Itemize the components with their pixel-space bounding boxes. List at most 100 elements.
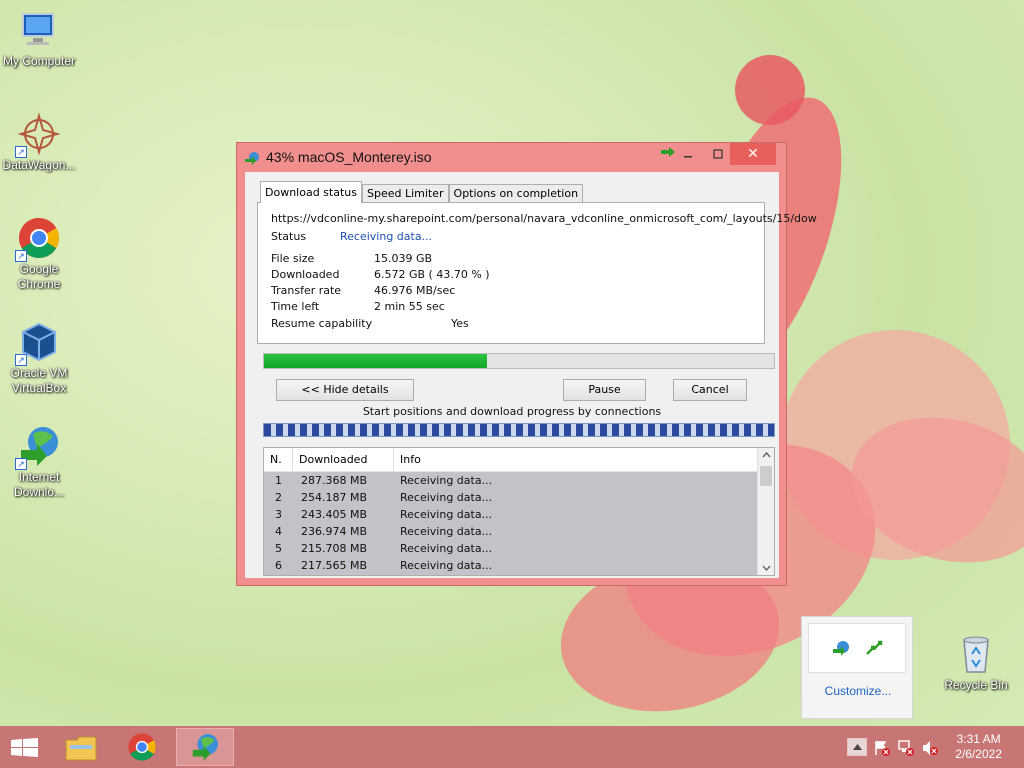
- time-left-row: Time left 2 min 55 sec: [271, 300, 445, 313]
- list-item[interactable]: 1 287.368 MB Receiving data...: [264, 472, 757, 489]
- hide-details-button[interactable]: << Hide details: [276, 379, 414, 401]
- clock-date: 2/6/2022: [955, 747, 1002, 761]
- volume-muted-icon[interactable]: [922, 740, 938, 756]
- desktop-icon-label: Recycle Bin: [944, 678, 1008, 692]
- desktop-icon-label: DataWagon...: [2, 158, 76, 172]
- connection-number: 1: [275, 474, 282, 487]
- list-item[interactable]: 2 254.187 MB Receiving data...: [264, 489, 757, 506]
- connection-info: Receiving data...: [400, 474, 493, 487]
- status-row: Status Receiving data...: [271, 230, 432, 243]
- windows-logo-icon: [11, 738, 38, 757]
- desktop-icon-internet-download-manager[interactable]: ↗ Internet Downlo...: [0, 424, 78, 500]
- window-title: 43% macOS_Monterey.iso: [266, 149, 432, 165]
- resume-capability-value: Yes: [451, 317, 469, 330]
- connection-downloaded: 215.708 MB: [301, 542, 368, 555]
- idm-icon: [245, 151, 261, 165]
- downloaded-row: Downloaded 6.572 GB ( 43.70 % ): [271, 268, 490, 281]
- column-header-downloaded[interactable]: Downloaded: [293, 448, 394, 472]
- close-icon: ✕: [747, 146, 759, 162]
- desktop-icon-my-computer[interactable]: My Computer: [0, 8, 78, 69]
- idm-icon: ↗: [15, 424, 61, 470]
- desktop-icon-label: Internet Downlo...: [13, 470, 65, 499]
- virtualbox-icon: ↗: [15, 320, 61, 366]
- close-button[interactable]: ✕: [730, 143, 776, 165]
- idm-icon: [192, 734, 218, 761]
- downloaded-value: 6.572 GB ( 43.70 % ): [374, 268, 490, 281]
- desktop-icon-datawagon[interactable]: ↗ DataWagon...: [0, 112, 78, 173]
- chevron-up-icon: [853, 744, 862, 750]
- system-clock[interactable]: 3:31 AM 2/6/2022: [955, 732, 1002, 762]
- idm-tray-icon[interactable]: [833, 640, 851, 656]
- file-size-row: File size 15.039 GB: [271, 252, 432, 265]
- connection-number: 6: [275, 559, 282, 572]
- maximize-icon: [713, 149, 723, 159]
- download-status-panel: https://vdconline-my.sharepoint.com/pers…: [257, 202, 817, 344]
- tray-overflow-popup: Customize...: [801, 616, 913, 719]
- minimize-button[interactable]: [674, 145, 702, 165]
- tab-strip: Download status Speed Limiter Options on…: [260, 181, 584, 203]
- window-client-area: Download status Speed Limiter Options on…: [245, 172, 817, 578]
- connection-info: Receiving data...: [400, 559, 493, 572]
- list-item[interactable]: 3 243.405 MB Receiving data...: [264, 506, 757, 523]
- transfer-rate-value: 46.976 MB/sec: [374, 284, 456, 297]
- folder-icon: [65, 736, 97, 761]
- window-titlebar[interactable]: 43% macOS_Monterey.iso ✕: [237, 143, 786, 173]
- list-scrollbar[interactable]: [757, 448, 774, 575]
- connection-downloaded: 236.974 MB: [301, 525, 368, 538]
- tray-overflow-icons: [808, 623, 906, 673]
- list-item[interactable]: 5 215.708 MB Receiving data...: [264, 540, 757, 557]
- scrollbar-thumb[interactable]: [760, 466, 772, 486]
- desktop-icon-recycle-bin[interactable]: Recycle Bin: [937, 632, 1015, 693]
- cancel-button[interactable]: Cancel: [673, 379, 747, 401]
- connections-progress-bar: [263, 423, 775, 437]
- pause-button[interactable]: Pause: [563, 379, 646, 401]
- connections-list-body: 1 287.368 MB Receiving data... 2 254.187 MB…: [264, 472, 757, 575]
- downloaded-label: Downloaded: [271, 268, 340, 281]
- show-hidden-icons-button[interactable]: [847, 738, 867, 756]
- connection-downloaded: 217.565 MB: [301, 559, 368, 572]
- download-url: https://vdconline-my.sharepoint.com/pers…: [271, 212, 817, 225]
- resume-capability-label: Resume capability: [271, 317, 373, 330]
- chrome-icon: ↗: [15, 216, 61, 262]
- connections-list[interactable]: N. Downloaded Info 1 287.368 MB Receiving …: [263, 447, 775, 576]
- network-icon[interactable]: [898, 740, 914, 756]
- list-item[interactable]: 4 236.974 MB Receiving data...: [264, 523, 757, 540]
- tab-options-on-completion[interactable]: Options on completion: [448, 184, 584, 203]
- file-size-label: File size: [271, 252, 315, 265]
- status-value: Receiving data...: [340, 230, 433, 243]
- connection-downloaded: 287.368 MB: [301, 474, 368, 487]
- desktop-icon-label: My Computer: [2, 54, 76, 68]
- customize-link[interactable]: Customize...: [802, 684, 914, 698]
- column-header-n[interactable]: N.: [264, 448, 293, 472]
- recycle-bin-icon: [954, 632, 998, 676]
- desktop-icon-virtualbox[interactable]: ↗ Oracle VM VirtualBox: [0, 320, 78, 396]
- tab-speed-limiter[interactable]: Speed Limiter: [361, 184, 449, 203]
- download-progress-fill: [264, 354, 487, 368]
- connection-info: Receiving data...: [400, 525, 493, 538]
- maximize-button[interactable]: [704, 145, 732, 165]
- tab-download-status[interactable]: Download status: [260, 181, 362, 203]
- chevron-up-icon[interactable]: [762, 452, 771, 458]
- action-center-flag-icon[interactable]: [874, 740, 890, 756]
- connection-number: 2: [275, 491, 282, 504]
- connection-downloaded: 254.187 MB: [301, 491, 368, 504]
- chevron-down-icon[interactable]: [762, 565, 771, 571]
- download-progress-window: 43% macOS_Monterey.iso ✕ Download status…: [236, 142, 817, 586]
- connection-number: 4: [275, 525, 282, 538]
- taskbar-chrome[interactable]: [120, 728, 166, 766]
- download-arrows-tray-icon[interactable]: [865, 640, 883, 656]
- taskbar-file-explorer[interactable]: [58, 728, 104, 766]
- start-button[interactable]: [0, 728, 48, 766]
- time-left-label: Time left: [271, 300, 320, 313]
- connection-number: 3: [275, 508, 282, 521]
- datawagon-icon: ↗: [15, 112, 61, 158]
- desktop-icon-label: Oracle VM VirtualBox: [10, 366, 68, 395]
- connection-info: Receiving data...: [400, 542, 493, 555]
- column-header-info[interactable]: Info: [394, 448, 749, 472]
- transfer-rate-row: Transfer rate 46.976 MB/sec: [271, 284, 455, 297]
- list-item[interactable]: 6 217.565 MB Receiving data...: [264, 557, 757, 574]
- taskbar-internet-download-manager[interactable]: [176, 728, 234, 766]
- connections-caption: Start positions and download progress by…: [362, 405, 662, 418]
- resume-capability-row: Resume capability Yes: [271, 317, 469, 330]
- desktop-icon-google-chrome[interactable]: ↗ Google Chrome: [0, 216, 78, 292]
